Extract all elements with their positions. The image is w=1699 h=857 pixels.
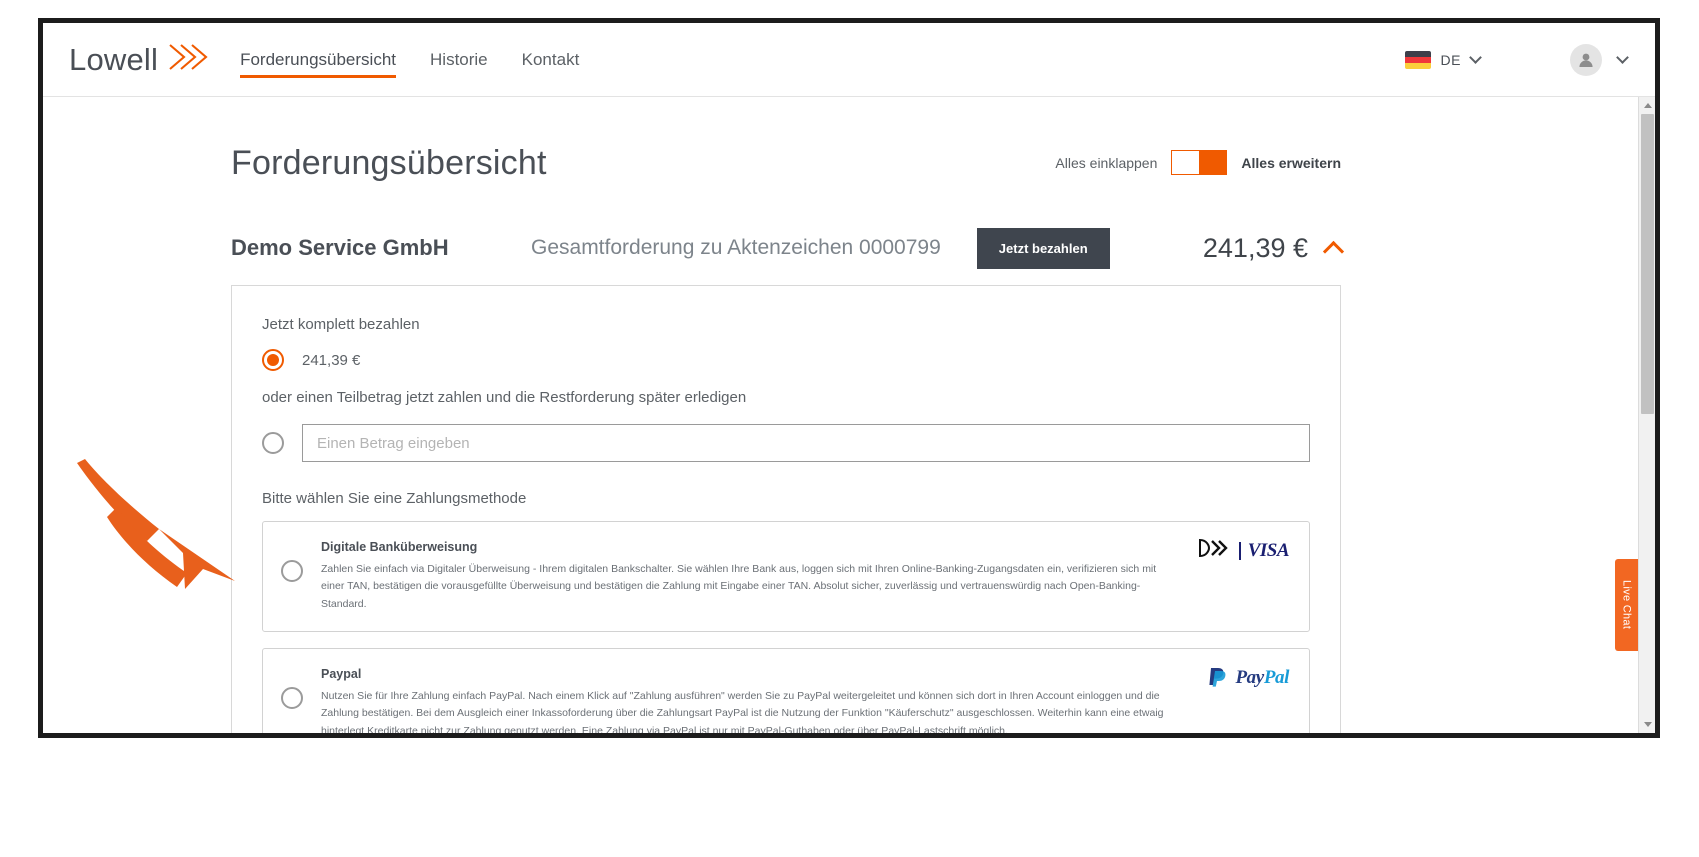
live-chat-tab[interactable]: Live Chat: [1615, 559, 1638, 651]
payment-method-logos: VISA: [1198, 538, 1290, 563]
nav-link-historie[interactable]: Historie: [430, 23, 488, 96]
nav-link-forderungsuebersicht[interactable]: Forderungsübersicht: [240, 23, 396, 96]
payment-method-title: Digitale Banküberweisung: [321, 540, 478, 554]
chevron-up-icon[interactable]: [1322, 240, 1345, 262]
expand-all-label: Alles erweitern: [1241, 154, 1341, 171]
claim-header-row: Demo Service GmbH Gesamtforderung zu Akt…: [231, 225, 1345, 271]
scroll-up-arrow-icon[interactable]: [1639, 97, 1655, 114]
page-scroll-area: Forderungsübersicht Alles einklappen All…: [43, 97, 1655, 733]
payment-method-logos: PayPal: [1208, 665, 1289, 692]
collapse-all-label: Alles einklappen: [1055, 154, 1158, 171]
payment-method-title: Paypal: [321, 666, 362, 681]
language-selector[interactable]: DE: [1404, 50, 1482, 69]
top-navigation-bar: Lowell Forderungsübersicht Historie Kont…: [43, 23, 1655, 97]
creditor-name: Demo Service GmbH: [231, 235, 449, 260]
partial-amount-radio[interactable]: [262, 432, 284, 454]
main-nav-links: Forderungsübersicht Historie Kontakt: [240, 23, 579, 96]
toggle-off-half: [1172, 151, 1200, 174]
digital-transfer-icon: [1198, 538, 1232, 563]
screenshot-root: Lowell Forderungsübersicht Historie Kont…: [0, 0, 1699, 857]
lowell-chevrons-icon: [166, 40, 210, 79]
claim-total-amount: 241,39 €: [1202, 232, 1308, 263]
payment-method-radio[interactable]: [281, 560, 303, 582]
payment-method-description: Zahlen Sie einfach via Digitaler Überwei…: [321, 563, 1157, 610]
payment-method-paypal[interactable]: Paypal Nutzen Sie für Ihre Zahlung einfa…: [262, 647, 1310, 733]
payment-method-radio[interactable]: [281, 686, 303, 709]
full-amount-radio[interactable]: [262, 349, 284, 371]
live-chat-label: Live Chat: [1620, 580, 1633, 630]
content-column: Forderungsübersicht Alles einklappen All…: [231, 97, 1345, 733]
paypal-logo: PayPal: [1235, 667, 1289, 689]
full-payment-label: Jetzt komplett bezahlen: [262, 316, 420, 333]
partial-amount-row: [262, 424, 1310, 462]
page-body: Forderungsübersicht Alles einklappen All…: [43, 97, 1655, 733]
top-nav-right-cluster: DE: [1404, 43, 1655, 76]
paypal-label-pay: Pay: [1235, 667, 1264, 689]
paypal-label-pal: Pal: [1263, 667, 1290, 689]
vertical-scrollbar[interactable]: [1638, 97, 1655, 733]
toggle-on-half: [1199, 151, 1227, 174]
german-flag-icon: [1404, 50, 1431, 69]
language-code: DE: [1440, 51, 1461, 68]
scrollbar-thumb[interactable]: [1641, 114, 1654, 414]
page-title: Forderungsübersicht: [231, 144, 547, 182]
full-amount-option-row[interactable]: 241,39 €: [262, 349, 1310, 371]
payment-method-body: Digitale Banküberweisung Zahlen Sie einf…: [321, 540, 1289, 613]
account-menu[interactable]: [1570, 43, 1629, 76]
expand-collapse-control: Alles einklappen Alles erweitern: [1055, 150, 1341, 183]
expand-all-toggle[interactable]: [1171, 150, 1228, 175]
visa-logo: VISA: [1247, 539, 1290, 561]
nav-link-kontakt[interactable]: Kontakt: [522, 23, 580, 96]
pay-now-button[interactable]: Jetzt bezahlen: [976, 227, 1110, 269]
claim-reference: Gesamtforderung zu Aktenzeichen 0000799: [531, 236, 941, 259]
logo-divider: [1238, 541, 1241, 560]
payment-method-body: Paypal Nutzen Sie für Ihre Zahlung einfa…: [321, 667, 1289, 733]
partial-payment-label: oder einen Teilbetrag jetzt zahlen und d…: [262, 389, 747, 406]
scroll-down-arrow-icon[interactable]: [1639, 716, 1655, 733]
payment-method-prompt: Bitte wählen Sie eine Zahlungsmethode: [262, 490, 527, 507]
payment-method-digitale-bankueberweisung[interactable]: Digitale Banküberweisung Zahlen Sie einf…: [262, 521, 1310, 632]
chevron-down-icon: [1469, 51, 1482, 64]
brand-name: Lowell: [69, 41, 159, 77]
paypal-logo-icon: [1208, 665, 1228, 692]
browser-frame: Lowell Forderungsübersicht Historie Kont…: [38, 18, 1660, 738]
user-avatar-icon: [1570, 43, 1602, 76]
page-header-row: Forderungsübersicht Alles einklappen All…: [231, 97, 1341, 183]
claim-amount-group: 241,39 €: [1202, 232, 1345, 264]
partial-amount-input[interactable]: [302, 424, 1310, 462]
payment-method-description: Nutzen Sie für Ihre Zahlung einfach PayP…: [321, 689, 1164, 733]
payment-panel: Jetzt komplett bezahlen 241,39 € oder ei…: [231, 285, 1341, 733]
brand-logo[interactable]: Lowell: [69, 40, 210, 79]
full-amount-value: 241,39 €: [302, 351, 361, 369]
chevron-down-icon: [1616, 51, 1629, 64]
